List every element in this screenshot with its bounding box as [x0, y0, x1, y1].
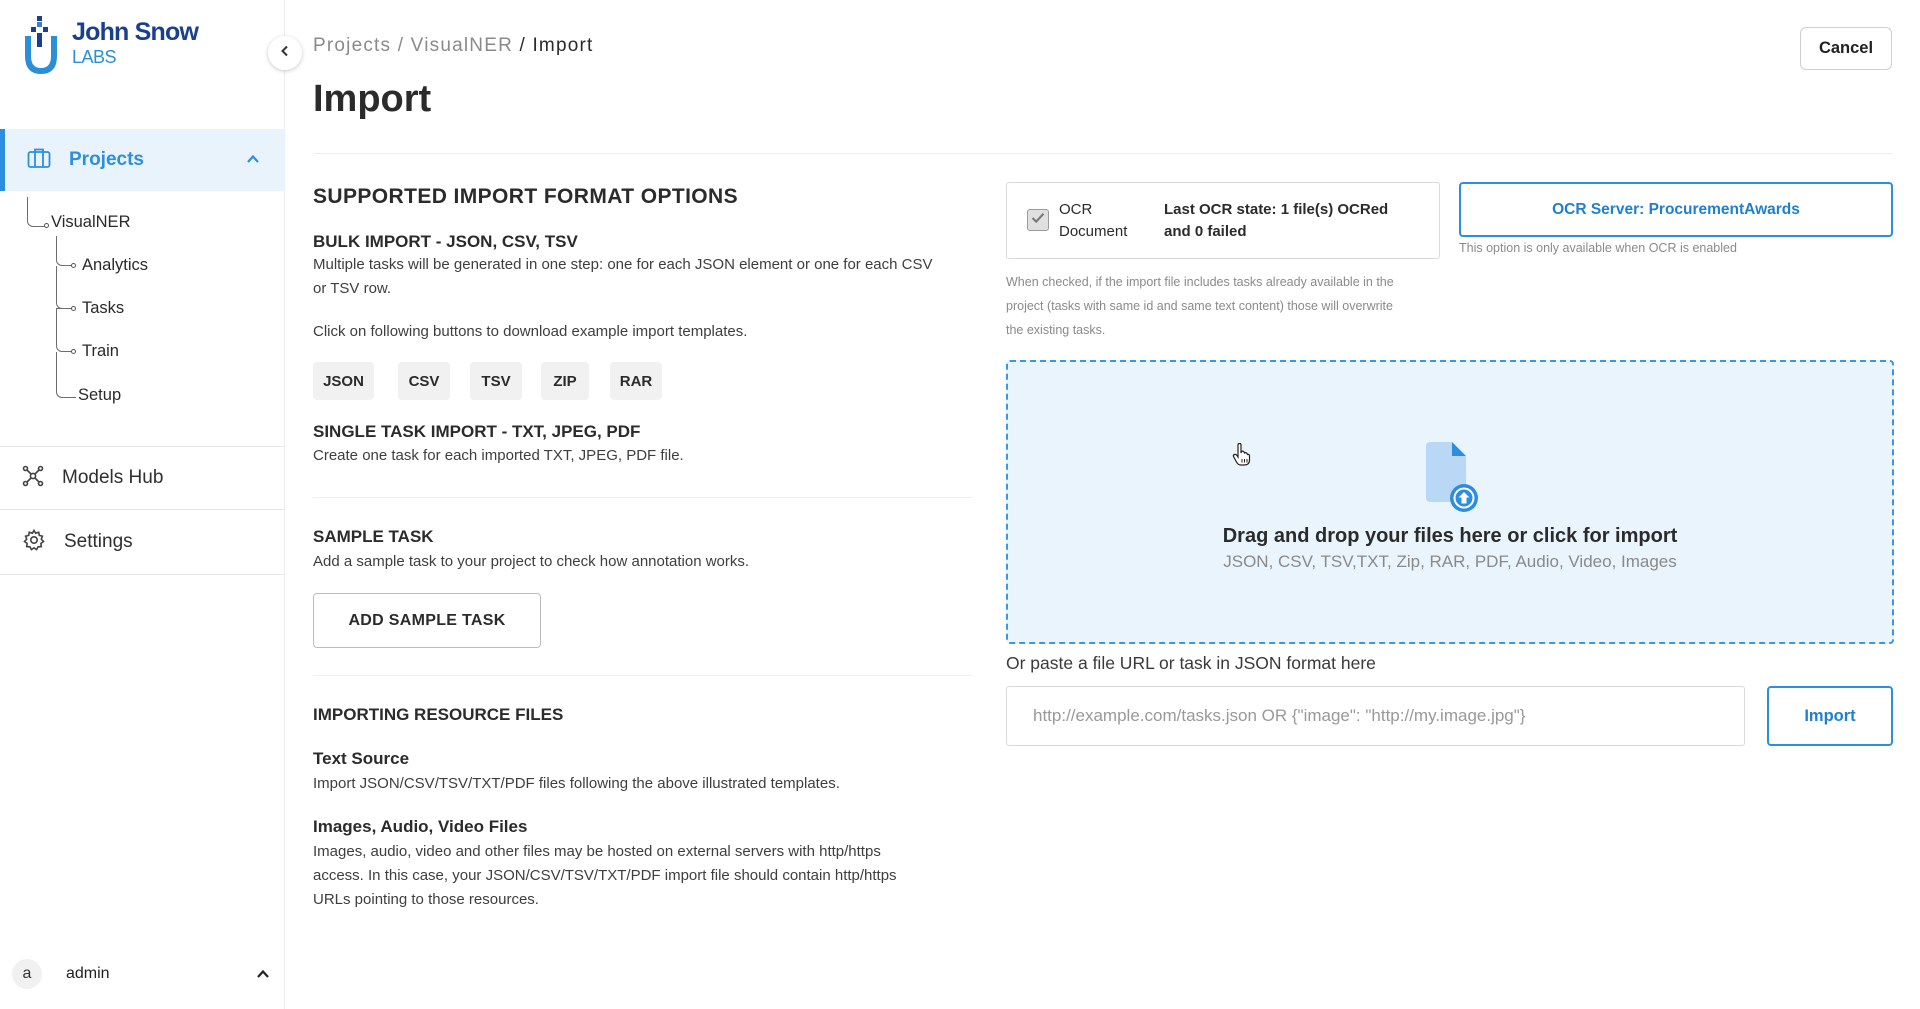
paste-label: Or paste a file URL or task in JSON form… [1006, 653, 1376, 673]
media-files-desc-1: Images, audio, video and other files may… [313, 843, 881, 860]
brand-logo[interactable]: John Snow LABS [22, 16, 199, 76]
single-import-title: SINGLE TASK IMPORT - TXT, JPEG, PDF [313, 422, 641, 441]
ocr-state-line: Last OCR state: 1 file(s) OCRed [1164, 201, 1389, 218]
models-hub-icon [22, 465, 44, 492]
tree-node-icon [44, 223, 49, 228]
templates-hint: Click on following buttons to download e… [313, 323, 748, 340]
resource-files-title: IMPORTING RESOURCE FILES [313, 705, 564, 724]
chevron-up-icon[interactable] [245, 151, 261, 172]
tree-connector [56, 309, 73, 352]
dropzone-title: Drag and drop your files here or click f… [1222, 525, 1678, 547]
file-dropzone[interactable]: Drag and drop your files here or click f… [1006, 360, 1894, 644]
chevron-left-icon [279, 44, 291, 62]
section-divider [313, 497, 973, 498]
download-rar-template-button[interactable]: RAR [610, 362, 662, 400]
cancel-button[interactable]: Cancel [1800, 27, 1892, 70]
tree-connector [27, 197, 45, 227]
overwrite-note: When checked, if the import file include… [1006, 270, 1446, 342]
brand-sub: LABS [72, 47, 117, 67]
sidebar-item-label: Projects [69, 149, 144, 170]
sidebar-item-settings[interactable]: Settings [0, 511, 285, 573]
ocr-server-note: This option is only available when OCR i… [1459, 241, 1737, 255]
tree-connector [56, 266, 73, 309]
tree-item-train[interactable]: Train [82, 342, 119, 361]
breadcrumb-separator: / [391, 35, 411, 56]
media-files-desc-2: access. In this case, your JSON/CSV/TSV/… [313, 867, 897, 884]
sidebar-item-models-hub[interactable]: Models Hub [0, 447, 285, 509]
check-icon [1031, 211, 1045, 229]
user-name: admin [66, 965, 110, 982]
sample-task-title: SAMPLE TASK [313, 527, 434, 546]
tree-connector [56, 352, 76, 398]
gear-icon [22, 528, 46, 557]
sidebar: John Snow LABS Projects VisualNER Analyt… [0, 0, 285, 1009]
breadcrumb: Projects / VisualNER / Import [313, 35, 593, 57]
sidebar-item-label: Settings [64, 531, 133, 552]
file-upload-icon [1418, 442, 1482, 519]
tree-item-setup[interactable]: Setup [78, 386, 121, 405]
ocr-server-button[interactable]: OCR Server: ProcurementAwards [1459, 182, 1893, 237]
chevron-up-icon[interactable] [255, 966, 271, 987]
ocr-label-line: Document [1059, 223, 1128, 240]
breadcrumb-separator: / [513, 35, 533, 56]
tree-connector [56, 236, 73, 266]
sidebar-item-projects[interactable]: Projects [0, 129, 285, 191]
overwrite-note-line: When checked, if the import file include… [1006, 275, 1394, 289]
tree-item-visualner[interactable]: VisualNER [51, 213, 130, 232]
ocr-label-line: OCR [1059, 201, 1093, 218]
brand-name: John Snow [72, 18, 199, 46]
breadcrumb-current: Import [532, 35, 594, 56]
text-source-title: Text Source [313, 749, 410, 768]
ocr-document-checkbox[interactable] [1027, 209, 1049, 231]
import-button[interactable]: Import [1767, 686, 1893, 746]
logo-mark-icon [22, 16, 60, 76]
tree-item-analytics[interactable]: Analytics [82, 256, 148, 275]
text-source-desc: Import JSON/CSV/TSV/TXT/PDF files follow… [313, 775, 840, 792]
breadcrumb-project[interactable]: VisualNER [411, 35, 513, 56]
dropzone-formats: JSON, CSV, TSV,TXT, Zip, RAR, PDF, Audio… [1223, 552, 1677, 571]
download-zip-template-button[interactable]: ZIP [541, 362, 589, 400]
url-input[interactable] [1006, 686, 1745, 746]
single-import-desc: Create one task for each imported TXT, J… [313, 447, 684, 464]
download-json-template-button[interactable]: JSON [313, 362, 374, 400]
bulk-import-title: BULK IMPORT - JSON, CSV, TSV [313, 232, 578, 251]
ocr-document-label: OCR Document [1059, 199, 1127, 243]
header-divider [313, 153, 1893, 154]
breadcrumb-projects[interactable]: Projects [313, 35, 391, 56]
page-title: Import [313, 78, 432, 120]
ocr-state-text: Last OCR state: 1 file(s) OCRed and 0 fa… [1164, 199, 1388, 243]
supported-formats-title: SUPPORTED IMPORT FORMAT OPTIONS [313, 185, 739, 208]
media-files-desc-3: URLs pointing to those resources. [313, 891, 539, 908]
collapse-sidebar-button[interactable] [268, 36, 302, 70]
ocr-document-option: OCR Document Last OCR state: 1 file(s) O… [1006, 182, 1440, 259]
hand-cursor-icon [1232, 442, 1252, 472]
projects-icon [27, 147, 51, 174]
avatar: a [12, 959, 42, 989]
media-files-title: Images, Audio, Video Files [313, 817, 528, 836]
user-menu[interactable]: a admin [0, 950, 285, 998]
sidebar-divider [0, 574, 285, 575]
overwrite-note-line: project (tasks with same id and same tex… [1006, 299, 1393, 313]
section-divider [313, 675, 973, 676]
ocr-state-line: and 0 failed [1164, 223, 1247, 240]
tree-item-tasks[interactable]: Tasks [82, 299, 124, 318]
download-tsv-template-button[interactable]: TSV [470, 362, 522, 400]
overwrite-note-line: the existing tasks. [1006, 323, 1106, 337]
download-csv-template-button[interactable]: CSV [398, 362, 450, 400]
bulk-import-desc-2: or TSV row. [313, 280, 392, 297]
sidebar-item-label: Models Hub [62, 467, 164, 488]
bulk-import-desc-1: Multiple tasks will be generated in one … [313, 256, 933, 273]
add-sample-task-button[interactable]: ADD SAMPLE TASK [313, 593, 541, 648]
sidebar-divider [0, 509, 285, 510]
sample-task-desc: Add a sample task to your project to che… [313, 553, 750, 570]
